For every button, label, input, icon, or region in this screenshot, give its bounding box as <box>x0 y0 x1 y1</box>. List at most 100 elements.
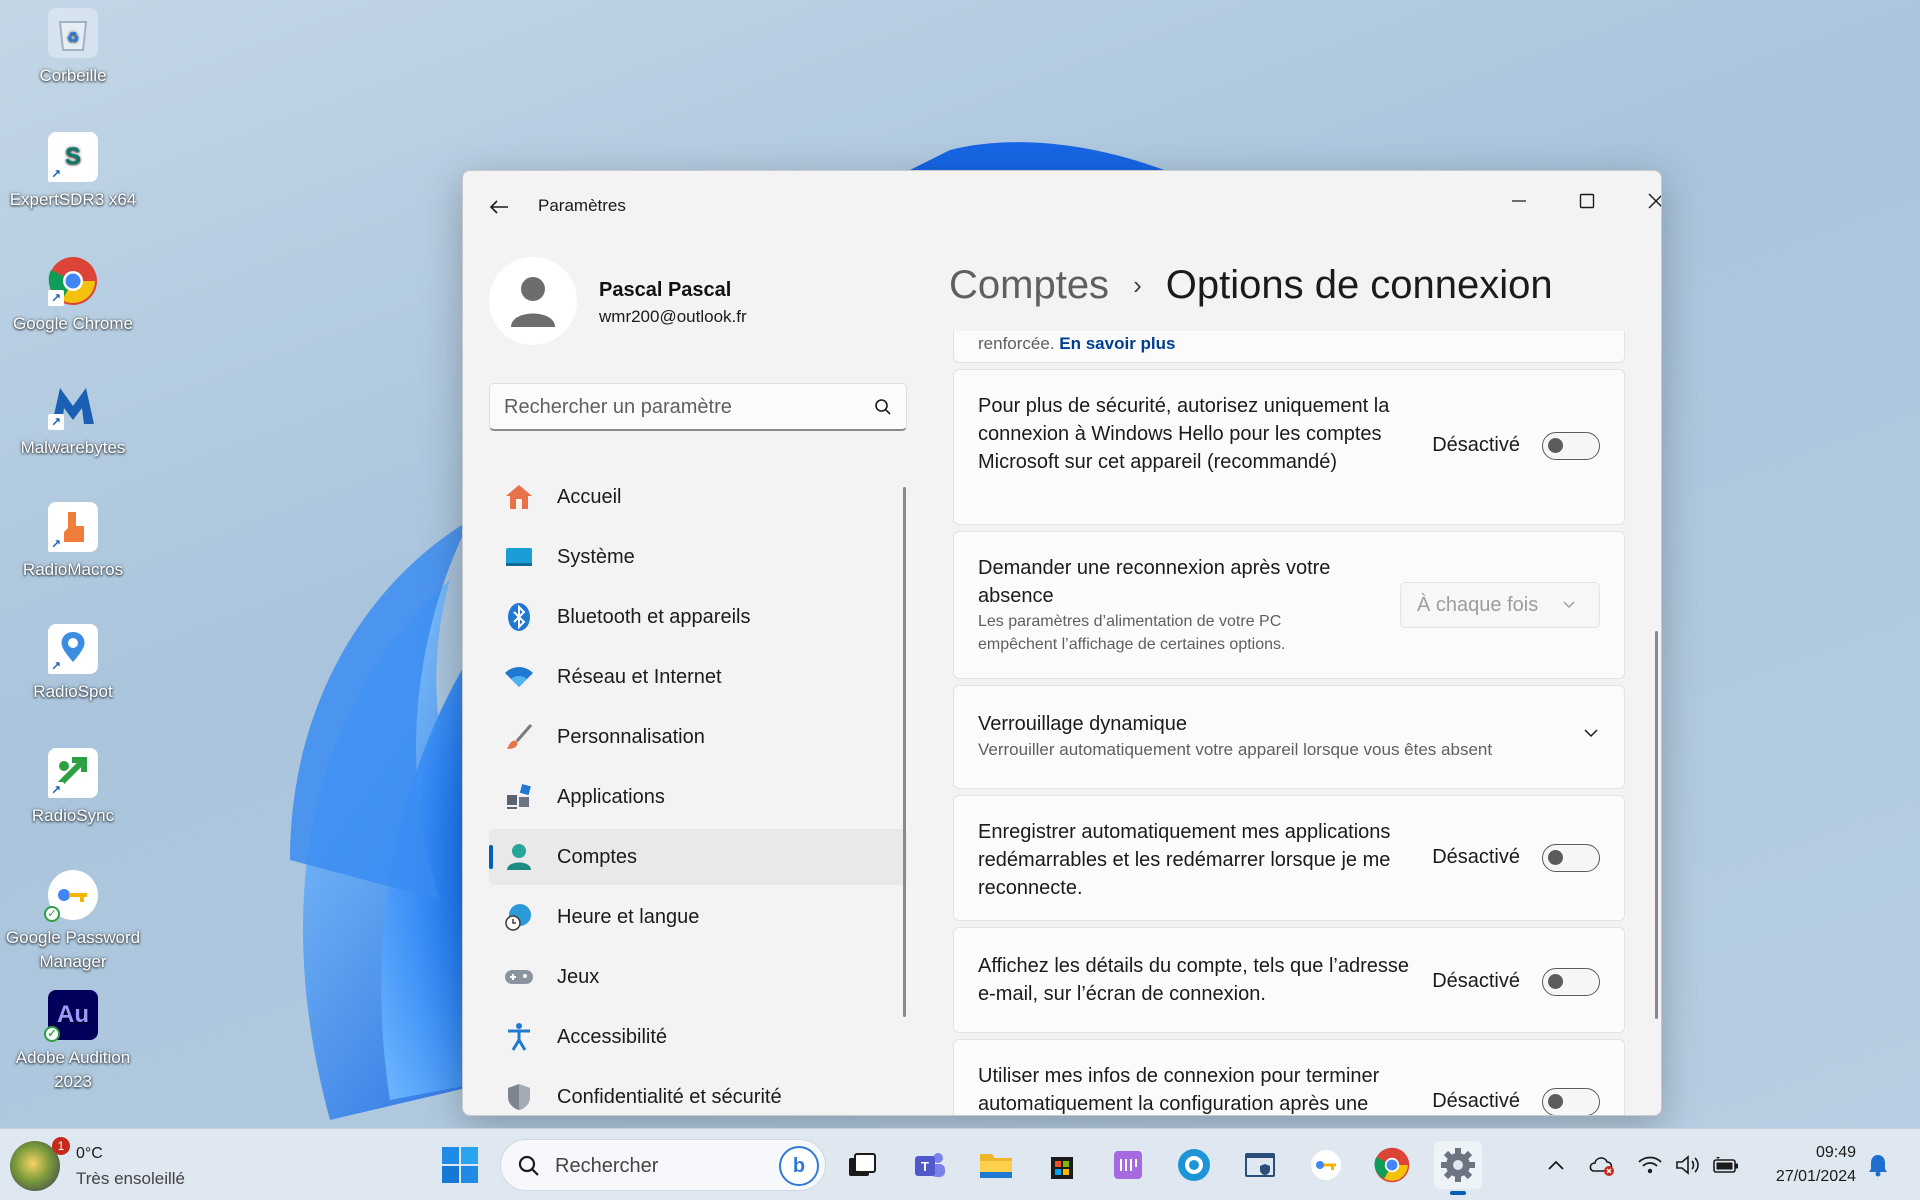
notepad-icon[interactable] <box>1104 1141 1152 1189</box>
start-button[interactable] <box>440 1145 480 1185</box>
signin-info-toggle[interactable] <box>1542 1088 1600 1115</box>
dropdown-value: À chaque fois <box>1417 593 1539 616</box>
toggle-state-label: Désactivé <box>1432 1090 1520 1112</box>
back-arrow-icon <box>489 200 508 214</box>
task-view-icon[interactable] <box>838 1141 886 1189</box>
sidebar-item-applications[interactable]: Applications <box>489 769 907 825</box>
weather-widget[interactable]: 1 0°C Très ensoleillé <box>10 1137 230 1193</box>
breadcrumb-parent[interactable]: Comptes <box>949 263 1109 308</box>
settings-search-input[interactable] <box>504 384 854 430</box>
partial-text: renforcée. <box>978 334 1055 353</box>
windows-hello-only-toggle[interactable] <box>1542 432 1600 460</box>
desktop-icon-label: Malwarebytes <box>20 438 126 457</box>
desktop-icon-radiospot[interactable]: ↗ RadioSpot <box>4 624 142 704</box>
sidebar-item-personnalisation[interactable]: Personnalisation <box>489 709 907 765</box>
desktop-icon-radiomacros[interactable]: ↗ RadioMacros <box>4 502 142 582</box>
bing-icon[interactable]: b <box>779 1146 819 1186</box>
learn-more-link[interactable]: En savoir plus <box>1059 334 1175 353</box>
close-button[interactable] <box>1626 181 1661 221</box>
taskbar: 1 0°C Très ensoleillé Rechercher b T 09:… <box>0 1128 1920 1200</box>
setting-text: Utiliser mes infos de connexion pour ter… <box>978 1065 1380 1115</box>
desktop-icon-expertsdr[interactable]: S ↗ ExpertSDR3 x64 <box>4 132 142 212</box>
desktop-icon-malwarebytes[interactable]: ↗ Malwarebytes <box>4 380 142 460</box>
desktop-icon-label: RadioSpot <box>33 682 113 701</box>
settings-icon[interactable] <box>1434 1141 1482 1195</box>
password-manager-icon[interactable] <box>1302 1141 1350 1189</box>
toggle-knob <box>1548 850 1563 865</box>
desktop-icon-radiosync[interactable]: ↗ RadioSync <box>4 748 142 828</box>
minimize-button[interactable] <box>1489 181 1549 221</box>
sidebar-item-comptes[interactable]: Comptes <box>489 829 907 885</box>
desktop-icon-label: RadioMacros <box>22 560 124 579</box>
onedrive-error-icon[interactable] <box>1588 1151 1616 1179</box>
setting-text: Affichez les détails du compte, tels que… <box>978 955 1409 1005</box>
desktop-icon-recycle-bin[interactable]: ♻ Corbeille <box>4 8 142 88</box>
setting-description: Verrouiller automatiquement votre appare… <box>978 740 1493 759</box>
desktop-icon-chrome[interactable]: ↗ Google Chrome <box>4 256 142 336</box>
sidebar-item-label: Accessibilité <box>557 1025 668 1048</box>
sidebar-item-heure[interactable]: Heure et langue <box>489 889 907 945</box>
user-profile[interactable]: Pascal Pascal wmr200@outlook.fr <box>489 257 829 347</box>
sidebar-item-jeux[interactable]: Jeux <box>489 949 907 1005</box>
weather-temperature: 0°C <box>76 1145 103 1162</box>
apps-icon <box>503 781 535 813</box>
sidebar-scrollbar[interactable] <box>903 487 906 1017</box>
system-clock[interactable]: 09:49 27/01/2024 <box>1756 1141 1856 1189</box>
sidebar-item-systeme[interactable]: Système <box>489 529 907 585</box>
sidebar-item-reseau[interactable]: Réseau et Internet <box>489 649 907 705</box>
globe-clock-icon <box>503 901 535 933</box>
bluetooth-icon <box>503 601 535 633</box>
sidebar-item-label: Confidentialité et sécurité <box>557 1085 782 1108</box>
sidebar-item-accessibilite[interactable]: Accessibilité <box>489 1009 907 1065</box>
maximize-icon <box>1579 193 1595 209</box>
card-dynamic-lock[interactable]: Verrouillage dynamique Verrouiller autom… <box>953 685 1625 789</box>
reconnect-dropdown[interactable]: À chaque fois <box>1400 582 1600 628</box>
search-icon <box>518 1155 539 1176</box>
wifi-icon <box>503 661 535 693</box>
weather-condition: Très ensoleillé <box>76 1169 185 1188</box>
shield-icon <box>503 1081 535 1113</box>
content-scrollbar[interactable] <box>1655 631 1658 1019</box>
setting-text: Pour plus de sécurité, autorisez uniquem… <box>978 395 1390 473</box>
profile-email: wmr200@outlook.fr <box>599 307 747 326</box>
toggle-state-label: Désactivé <box>1432 846 1520 868</box>
chevron-down-icon[interactable] <box>1582 724 1600 742</box>
teams-icon[interactable]: T <box>906 1141 954 1189</box>
radio-app-icon[interactable] <box>1170 1141 1218 1189</box>
title-bar[interactable]: Paramètres <box>463 171 1661 241</box>
search-icon[interactable] <box>874 398 892 416</box>
desktop-icon-adobe-audition[interactable]: Au ✓ Adobe Audition 2023 <box>4 990 142 1094</box>
toggle-knob <box>1548 974 1563 989</box>
setting-text: Verrouillage dynamique Verrouiller autom… <box>978 710 1558 761</box>
security-icon[interactable] <box>1236 1141 1284 1189</box>
accessibility-icon <box>503 1021 535 1053</box>
restart-apps-toggle[interactable] <box>1542 844 1600 872</box>
desktop-icon-label: Corbeille <box>39 66 107 85</box>
store-icon[interactable] <box>1038 1141 1086 1189</box>
notification-bell-icon[interactable] <box>1864 1151 1892 1179</box>
chrome-icon[interactable] <box>1368 1141 1416 1189</box>
card-restart-apps: Enregistrer automatiquement mes applicat… <box>953 795 1625 921</box>
chevron-up-icon[interactable] <box>1542 1151 1570 1179</box>
minimize-icon <box>1512 200 1526 202</box>
back-button[interactable] <box>485 193 513 221</box>
settings-search[interactable] <box>489 383 907 431</box>
card-signin-info: Utiliser mes infos de connexion pour ter… <box>953 1039 1625 1115</box>
wifi-icon[interactable] <box>1636 1151 1664 1179</box>
person-avatar-icon <box>511 277 555 327</box>
sidebar-item-confidentialite[interactable]: Confidentialité et sécurité <box>489 1069 907 1115</box>
account-details-toggle[interactable] <box>1542 968 1600 996</box>
volume-icon[interactable] <box>1674 1151 1702 1179</box>
svg-text:♻: ♻ <box>67 29 80 45</box>
desktop-icon-password-manager[interactable]: ✓ Google Password Manager <box>4 870 142 974</box>
brush-icon <box>503 721 535 753</box>
sidebar-item-bluetooth[interactable]: Bluetooth et appareils <box>489 589 907 645</box>
taskbar-search[interactable]: Rechercher b <box>500 1139 826 1191</box>
battery-icon[interactable] <box>1712 1151 1740 1179</box>
file-explorer-icon[interactable] <box>972 1141 1020 1189</box>
sidebar-item-label: Accueil <box>557 485 622 508</box>
maximize-button[interactable] <box>1557 181 1617 221</box>
sidebar-item-accueil[interactable]: Accueil <box>489 469 907 525</box>
radiosync-icon: ↗ <box>48 748 98 798</box>
desktop-icon-label: Google Password Manager <box>5 928 141 971</box>
